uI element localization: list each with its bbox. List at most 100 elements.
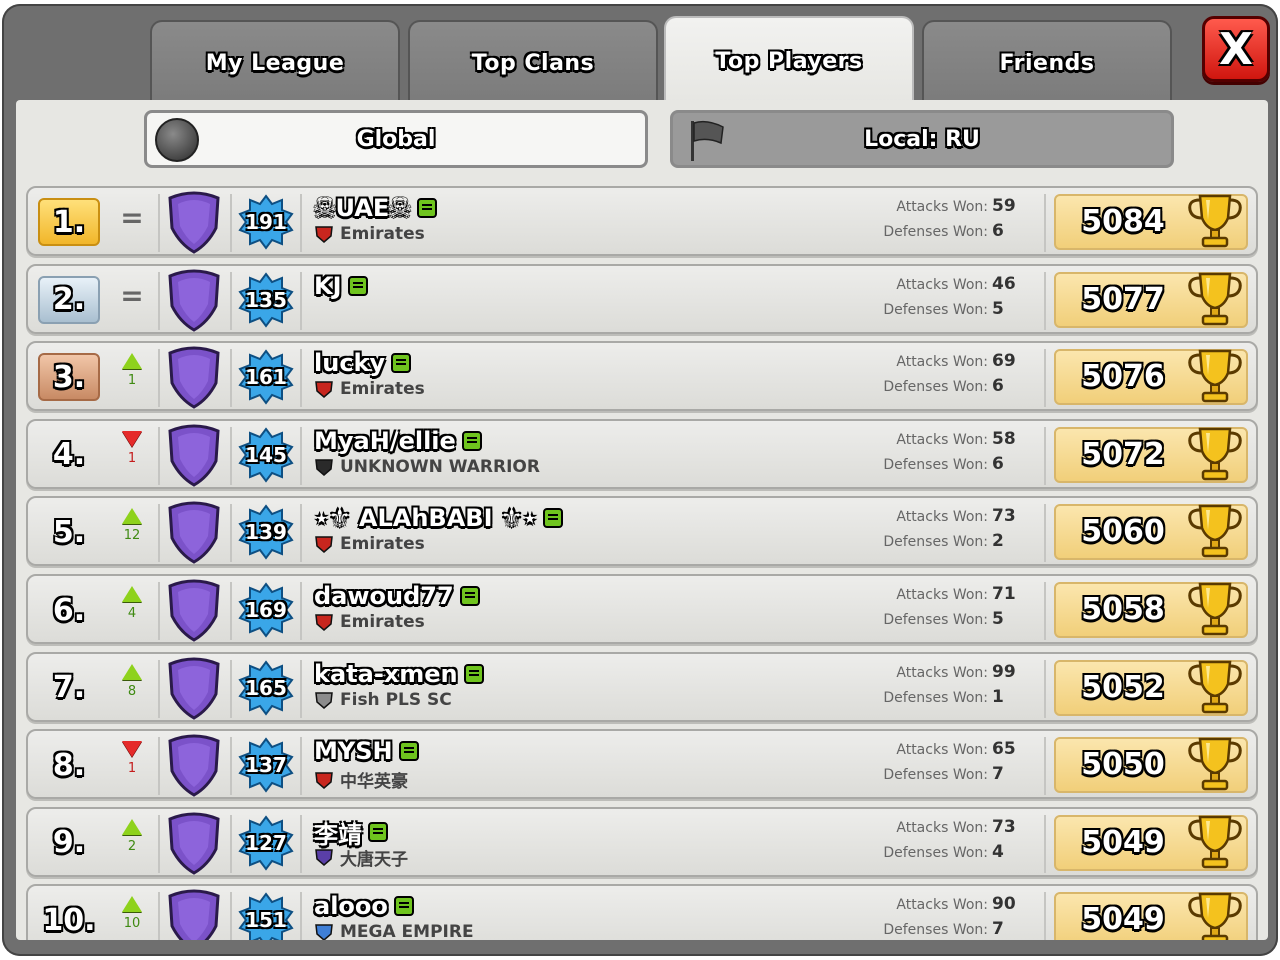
attacks-label: Attacks Won: xyxy=(896,742,988,759)
player-row[interactable]: 1. = 191 ☠UAE☠ Emirates Attacks Won: 59 D… xyxy=(26,186,1258,256)
rank-number: 1. xyxy=(38,198,100,246)
defenses-label: Defenses Won: xyxy=(883,379,988,396)
player-name-text: MyaH/ellie xyxy=(314,426,456,455)
global-filter-button[interactable]: Global xyxy=(144,110,648,168)
player-stats: Attacks Won: 59 Defenses Won: 6 xyxy=(826,196,1016,246)
tab-friends[interactable]: Friends xyxy=(922,20,1172,104)
rank-up-icon xyxy=(122,663,142,680)
player-row[interactable]: 2. = 135 KJ Attacks Won: 46 Defenses Won:… xyxy=(26,263,1258,334)
clan-name: 大唐天子 xyxy=(340,849,408,870)
clan-name: Emirates xyxy=(340,612,425,632)
trophy-icon xyxy=(1188,427,1242,481)
trophy-count-box: 5050 xyxy=(1054,737,1248,794)
attacks-label: Attacks Won: xyxy=(896,897,988,914)
rank-change: 1 xyxy=(127,450,137,466)
chat-icon xyxy=(543,508,564,529)
rank-up-icon xyxy=(122,353,142,370)
attacks-label: Attacks Won: xyxy=(896,819,988,836)
defenses-won: 7 xyxy=(992,764,1004,785)
rank-number: 6. xyxy=(52,592,86,628)
trophy-icon xyxy=(1188,582,1242,636)
trophy-count-box: 5077 xyxy=(1054,271,1248,328)
trophy-icon xyxy=(1188,737,1242,791)
trophy-count: 5050 xyxy=(1081,747,1165,783)
player-row[interactable]: 7. 8 165 kata-xmen Fish PLS SC Attacks W… xyxy=(26,651,1258,722)
tab-label: Friends xyxy=(999,50,1095,76)
defenses-won: 6 xyxy=(992,376,1004,397)
chat-icon xyxy=(463,663,484,684)
defenses-label: Defenses Won: xyxy=(883,612,988,628)
legend-league-icon xyxy=(168,734,220,797)
tab-label: My League xyxy=(205,50,345,76)
player-row[interactable]: 5. 12 139 ⋆⚜ ALAhBABI ⚜⋆ Emirates Attack… xyxy=(26,496,1258,567)
player-name-text: ⋆⚜ ALAhBABI ⚜⋆ xyxy=(314,504,538,533)
attacks-label: Attacks Won: xyxy=(896,431,988,448)
player-name[interactable]: MyaH/ellie xyxy=(314,427,482,455)
player-name[interactable]: alooo xyxy=(314,892,414,920)
tab-top-clans[interactable]: Top Clans xyxy=(408,20,658,104)
player-clan: 中华英豪 xyxy=(314,767,408,792)
rank-number: 2. xyxy=(38,275,100,324)
trophy-count: 5052 xyxy=(1081,669,1165,705)
player-name-text: kata-xmen xyxy=(314,659,458,688)
player-row[interactable]: 4. 1 145 MyaH/ellie UNKNOWN WARRIOR Atta… xyxy=(26,418,1258,489)
player-row[interactable]: 9. 2 127 李靖 大唐天子 Attacks Won: 73 Defenses… xyxy=(26,806,1258,877)
experience-level: 145 xyxy=(245,442,287,467)
player-name[interactable]: ☠UAE☠ xyxy=(314,194,437,222)
legend-league-icon xyxy=(168,579,220,642)
rank-number: 4. xyxy=(52,437,86,473)
experience-level: 137 xyxy=(245,753,287,778)
defenses-label: Defenses Won: xyxy=(883,534,988,551)
player-name[interactable]: lucky xyxy=(314,349,412,377)
local-filter-label: Local: RU xyxy=(864,126,980,152)
chat-icon xyxy=(398,741,419,762)
player-name[interactable]: MYSH xyxy=(314,737,419,765)
clan-badge-icon xyxy=(315,614,333,631)
attacks-won: 90 xyxy=(992,894,1016,915)
legend-league-icon xyxy=(168,657,220,720)
attacks-won: 71 xyxy=(992,584,1016,604)
clan-name: MEGA EMPIRE xyxy=(340,922,474,940)
trophy-count-box: 5072 xyxy=(1054,426,1248,483)
rank-trend: = xyxy=(114,198,150,248)
player-name[interactable]: KJ xyxy=(314,272,368,300)
trophy-icon xyxy=(1188,815,1242,869)
experience-level: 151 xyxy=(245,908,287,933)
player-stats: Attacks Won: 65 Defenses Won: 7 xyxy=(826,739,1016,789)
player-row[interactable]: 10. 10 151 alooo MEGA EMPIRE Attacks Won… xyxy=(26,884,1258,940)
clan-name: Fish PLS SC xyxy=(340,689,452,710)
legend-league-icon xyxy=(168,812,220,875)
tab-my-league[interactable]: My League xyxy=(150,20,400,104)
clan-badge-icon xyxy=(315,849,333,867)
attacks-label: Attacks Won: xyxy=(896,276,988,293)
clan-name: Emirates xyxy=(340,224,425,244)
attacks-label: Attacks Won: xyxy=(896,587,988,603)
defenses-won: 2 xyxy=(992,531,1004,552)
defenses-label: Defenses Won: xyxy=(883,922,988,939)
rank-up-icon xyxy=(122,508,142,525)
rank-change: 4 xyxy=(127,606,137,621)
player-row[interactable]: 3. 1 161 lucky Emirates Attacks Won: 69 D… xyxy=(26,341,1258,412)
clan-name: Emirates xyxy=(340,379,425,400)
clan-badge-icon xyxy=(315,536,333,554)
player-clan: Emirates xyxy=(314,612,425,632)
player-name[interactable]: ⋆⚜ ALAhBABI ⚜⋆ xyxy=(314,504,564,533)
close-button[interactable]: X xyxy=(1202,16,1270,82)
player-name-text: KJ xyxy=(314,271,342,300)
clan-badge-icon xyxy=(315,226,333,243)
attacks-won: 73 xyxy=(992,816,1016,837)
rank-up-icon xyxy=(122,586,142,602)
player-name[interactable]: kata-xmen xyxy=(314,660,484,688)
experience-level-badge: 135 xyxy=(238,271,294,328)
player-row[interactable]: 8. 1 137 MYSH 中华英豪 Attacks Won: 65 Defens… xyxy=(26,729,1258,800)
tab-top-players[interactable]: Top Players xyxy=(664,16,914,104)
tab-label: Top Clans xyxy=(471,50,595,76)
clan-badge-icon xyxy=(315,924,333,940)
local-filter-button[interactable]: Local: RU xyxy=(670,110,1174,168)
player-name[interactable]: dawoud77 xyxy=(314,582,480,610)
player-clan: MEGA EMPIRE xyxy=(314,922,474,940)
player-row[interactable]: 6. 4 169 dawoud77 Emirates Attacks Won: 7… xyxy=(26,574,1258,644)
global-filter-label: Global xyxy=(356,126,436,152)
no-change-icon: = xyxy=(120,201,144,234)
rank-trend: 8 xyxy=(114,663,150,714)
